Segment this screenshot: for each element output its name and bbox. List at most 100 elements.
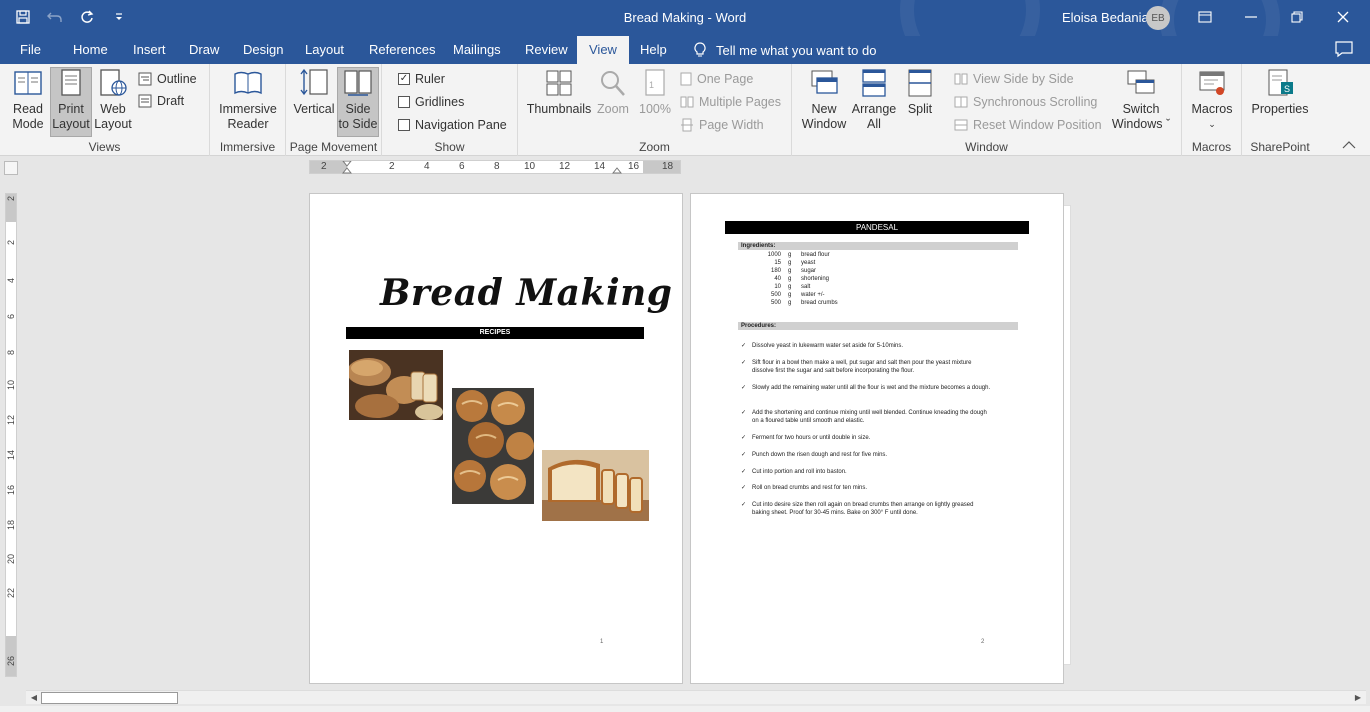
dropdown-chevron-icon: ⌄ bbox=[1208, 119, 1216, 129]
checkbox-empty-icon bbox=[398, 96, 410, 108]
ribbon-display-options-icon[interactable] bbox=[1182, 0, 1228, 34]
web-layout-label-1: Web bbox=[100, 102, 126, 116]
print-layout-label-1: Print bbox=[58, 102, 84, 116]
draft-button[interactable]: Draft bbox=[138, 91, 184, 111]
tab-selector[interactable] bbox=[4, 161, 18, 175]
ingredient-name: yeast bbox=[801, 260, 816, 266]
user-name[interactable]: Eloisa Bedania bbox=[1062, 10, 1149, 25]
close-icon[interactable] bbox=[1320, 0, 1366, 34]
document-page-2[interactable]: PANDESAL Ingredients: 1000 g bread flour… bbox=[690, 193, 1064, 684]
one-page-button[interactable]: One Page bbox=[680, 69, 753, 89]
view-side-by-side-label: View Side by Side bbox=[973, 72, 1074, 86]
tell-me-label: Tell me what you want to do bbox=[716, 42, 877, 58]
page-width-button[interactable]: Page Width bbox=[680, 115, 764, 135]
horizontal-scrollbar[interactable]: ◀ ▶ bbox=[26, 690, 1366, 704]
comments-icon[interactable] bbox=[1334, 40, 1354, 58]
switch-windows-button[interactable]: Switch Windows ˇ bbox=[1106, 68, 1176, 132]
side-to-side-label-2: to Side bbox=[338, 117, 378, 131]
side-to-side-label-1: Side bbox=[345, 102, 371, 116]
zoom-button[interactable]: Zoom bbox=[594, 68, 632, 117]
web-layout-button[interactable]: Web Layout bbox=[92, 68, 134, 136]
vertical-button[interactable]: Vertical bbox=[294, 68, 335, 117]
status-bar bbox=[0, 706, 1370, 712]
svg-text:S: S bbox=[1284, 84, 1290, 94]
arrange-all-button[interactable]: Arrange All bbox=[850, 68, 898, 132]
side-to-side-icon bbox=[344, 70, 372, 96]
thumbnails-button[interactable]: Thumbnails bbox=[526, 68, 592, 117]
tab-design[interactable]: Design bbox=[243, 36, 283, 64]
ingredient-row: 500 g water +/- bbox=[751, 291, 951, 299]
ingredient-name: bread flour bbox=[801, 252, 830, 258]
tab-file[interactable]: File bbox=[20, 36, 41, 64]
restore-icon[interactable] bbox=[1274, 0, 1320, 34]
window-group-label: Window bbox=[965, 140, 1008, 154]
macros-button[interactable]: Macros ⌄ bbox=[1188, 68, 1236, 132]
ruler-number: 20 bbox=[6, 554, 16, 565]
reset-window-position-button[interactable]: Reset Window Position bbox=[954, 115, 1102, 135]
synchronous-scrolling-button[interactable]: Synchronous Scrolling bbox=[954, 92, 1097, 112]
checkbox-empty-icon bbox=[398, 119, 410, 131]
split-icon bbox=[908, 69, 932, 97]
document-title: Bread Making bbox=[380, 272, 673, 314]
gridlines-checkbox[interactable]: Gridlines bbox=[398, 92, 464, 112]
properties-button[interactable]: S Properties bbox=[1250, 68, 1310, 117]
switch-windows-icon bbox=[1127, 70, 1155, 94]
tab-mailings[interactable]: Mailings bbox=[453, 36, 501, 64]
print-layout-button[interactable]: Print Layout bbox=[50, 67, 92, 137]
arrange-all-label-2: All bbox=[867, 117, 881, 131]
collapse-ribbon-icon[interactable] bbox=[1342, 140, 1356, 150]
tab-insert[interactable]: Insert bbox=[133, 36, 166, 64]
checkmark-icon: ✓ bbox=[741, 385, 747, 391]
tab-draw[interactable]: Draw bbox=[189, 36, 219, 64]
tab-home[interactable]: Home bbox=[73, 36, 108, 64]
tab-view[interactable]: View bbox=[577, 36, 629, 64]
indent-marker-icon[interactable] bbox=[342, 161, 352, 175]
scroll-left-icon[interactable]: ◀ bbox=[28, 692, 40, 704]
zoom-group: Thumbnails Zoom 1 100% One Page Multiple… bbox=[518, 64, 792, 156]
scroll-right-icon[interactable]: ▶ bbox=[1352, 692, 1364, 704]
ruler-number: 12 bbox=[6, 415, 16, 426]
checkmark-icon: ✓ bbox=[741, 360, 747, 366]
ingredient-unit: g bbox=[788, 284, 792, 290]
tab-references[interactable]: References bbox=[369, 36, 435, 64]
checkmark-icon: ✓ bbox=[741, 485, 747, 491]
gridlines-label: Gridlines bbox=[415, 95, 465, 109]
one-page-label: One Page bbox=[697, 72, 754, 86]
minimize-icon[interactable] bbox=[1228, 0, 1274, 34]
read-mode-button[interactable]: Read Mode bbox=[6, 68, 50, 136]
ruler-number: 10 bbox=[6, 380, 16, 391]
sync-scroll-icon bbox=[954, 96, 968, 108]
step-text: Ferment for two hours or until double in… bbox=[752, 435, 871, 441]
avatar[interactable]: EB bbox=[1146, 6, 1170, 30]
tab-review[interactable]: Review bbox=[525, 36, 568, 64]
ribbon: Read Mode Print Layout Web Layout Outlin… bbox=[0, 64, 1370, 156]
bread-photo-1[interactable] bbox=[349, 350, 443, 420]
bread-photo-3[interactable] bbox=[542, 450, 649, 521]
tab-layout[interactable]: Layout bbox=[305, 36, 344, 64]
outline-button[interactable]: Outline bbox=[138, 69, 197, 89]
tab-help[interactable]: Help bbox=[640, 36, 667, 64]
step-text: Dissolve yeast in lukewarm water set asi… bbox=[752, 343, 904, 349]
side-to-side-button[interactable]: Side to Side bbox=[337, 67, 379, 137]
ruler-checkbox[interactable]: ✓ Ruler bbox=[398, 69, 445, 89]
multiple-pages-label: Multiple Pages bbox=[699, 95, 781, 109]
right-indent-marker-icon[interactable] bbox=[612, 166, 622, 174]
document-page-1[interactable]: Bread Making RECIPES 1 bbox=[309, 193, 683, 684]
immersive-reader-button[interactable]: Immersive Reader bbox=[218, 68, 278, 132]
horizontal-ruler[interactable]: 2 2 4 6 8 10 12 14 16 18 bbox=[309, 160, 681, 174]
zoom-100-button[interactable]: 1 100% bbox=[636, 68, 674, 117]
tell-me-search[interactable]: Tell me what you want to do bbox=[694, 36, 876, 64]
split-button[interactable]: Split bbox=[902, 68, 938, 117]
ingredient-qty: 40 bbox=[774, 276, 781, 282]
view-side-by-side-button[interactable]: View Side by Side bbox=[954, 69, 1074, 89]
new-window-button[interactable]: New Window bbox=[802, 68, 846, 132]
draft-label: Draft bbox=[157, 94, 185, 108]
bread-photo-2[interactable] bbox=[452, 388, 534, 504]
navigation-pane-checkbox[interactable]: Navigation Pane bbox=[398, 115, 507, 135]
immersive-reader-label-2: Reader bbox=[227, 117, 269, 131]
ingredient-row: 500 g bread crumbs bbox=[751, 299, 951, 307]
scrollbar-thumb[interactable] bbox=[41, 692, 178, 704]
multiple-pages-button[interactable]: Multiple Pages bbox=[680, 92, 781, 112]
vertical-ruler[interactable]: 2 2 4 6 8 10 12 14 16 18 20 22 26 bbox=[5, 193, 17, 677]
step-text: Slowly add the remaining water until all… bbox=[752, 385, 991, 391]
